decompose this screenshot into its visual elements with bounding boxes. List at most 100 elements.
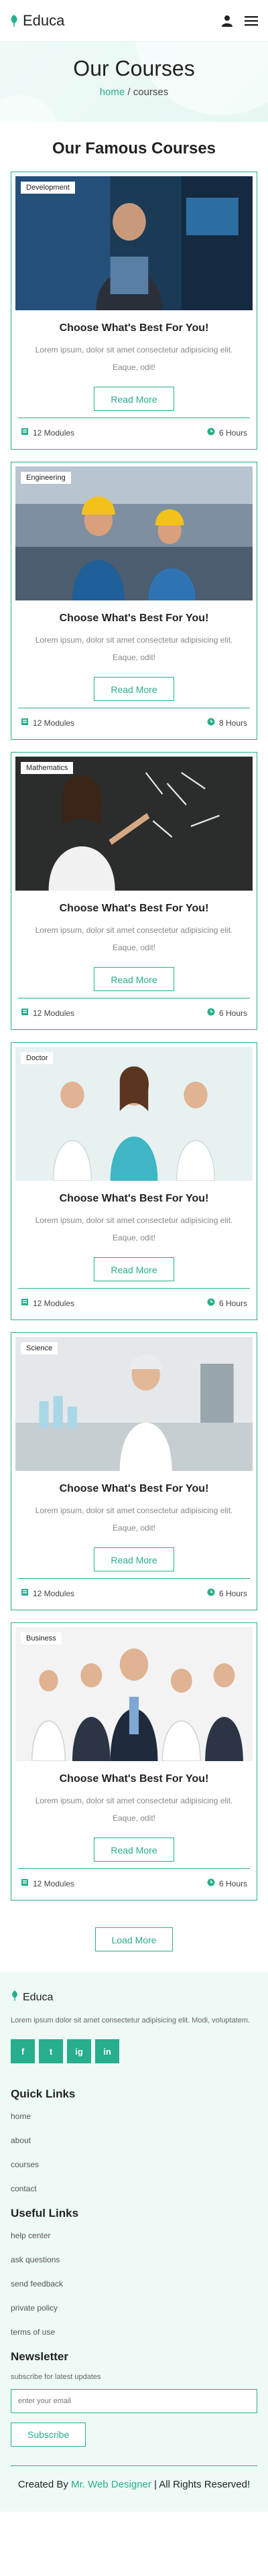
course-category-tag: Mathematics [21,762,74,774]
course-description: Lorem ipsum, dolor sit amet consectetur … [35,1796,233,1823]
course-modules: 12 Modules [33,1008,75,1018]
read-more-button[interactable]: Read More [94,967,174,991]
useful-link-terms-of-use[interactable]: terms of use [11,2326,257,2338]
course-category-tag: Engineering [21,472,71,484]
instagram-icon[interactable]: ig [67,2039,91,2063]
clock-icon [207,1298,215,1308]
course-modules: 12 Modules [33,1298,75,1308]
facebook-icon[interactable]: f [11,2039,35,2063]
course-image-development: Development [15,176,253,310]
linkedin-icon[interactable]: in [95,2039,119,2063]
load-more-button[interactable]: Load More [94,1927,174,1951]
useful-link-help-center[interactable]: help center [11,2230,257,2242]
course-hours: 8 Hours [218,718,247,728]
course-hours: 6 Hours [218,1298,247,1308]
course-image-business: Business [15,1627,253,1761]
leaf-logo-icon [11,1990,19,2004]
leaf-logo-icon [9,14,19,27]
user-icon[interactable] [220,13,234,28]
twitter-icon[interactable]: t [39,2039,63,2063]
quick-link-about[interactable]: about [11,2134,257,2146]
read-more-button[interactable]: Read More [94,1838,174,1862]
footer-brand[interactable]: Educa [11,1990,257,2004]
clock-icon [207,428,215,438]
book-icon [21,1008,29,1018]
clock-icon [207,1588,215,1598]
course-card: Science Choose What's Best For You! Lore… [11,1332,257,1610]
quick-link-home[interactable]: home [11,2110,257,2122]
quick-link-contact[interactable]: contact [11,2183,257,2195]
breadcrumb-current: courses [133,86,169,98]
course-hours: 6 Hours [218,428,247,438]
book-icon [21,718,29,728]
course-image-mathematics: Mathematics [15,757,253,891]
course-description: Lorem ipsum, dolor sit amet consectetur … [35,1216,233,1242]
course-card: Engineering Choose What's Best For You! … [11,462,257,740]
newsletter-note: subscribe for latest updates [11,2373,101,2381]
course-hours: 6 Hours [218,1878,247,1888]
footer-about-text: Lorem ipsum dolor sit amet consectetur a… [11,2016,251,2024]
course-card: Business Choose What's Best For You! Lor… [11,1622,257,1901]
course-title: Choose What's Best For You! [59,613,209,624]
book-icon [21,428,29,438]
breadcrumb-separator: / [125,86,133,98]
author-link[interactable]: Mr. Web Designer [71,2479,151,2490]
menu-icon[interactable] [244,13,259,28]
clock-icon [207,1008,215,1018]
page-hero: Our Courses home / courses [0,42,268,122]
copyright-prefix: Created By [17,2479,72,2490]
newsletter-email-input[interactable] [11,2389,257,2413]
course-category-tag: Development [21,182,75,194]
course-card: Mathematics Choose What's Best For You! … [11,752,257,1030]
useful-link-private-policy[interactable]: private policy [11,2302,257,2314]
course-title: Choose What's Best For You! [59,1773,209,1785]
read-more-button[interactable]: Read More [94,387,174,411]
course-hours: 6 Hours [218,1588,247,1598]
copyright: Created By Mr. Web Designer | All Rights… [11,2465,257,2512]
useful-link-ask-questions[interactable]: ask questions [11,2254,257,2266]
brand-name: Educa [23,11,65,29]
course-category-tag: Business [21,1632,62,1645]
course-card: Development Choose What's Best For You! … [11,172,257,450]
course-image-engineering: Engineering [15,466,253,600]
course-modules: 12 Modules [33,1878,75,1888]
course-category-tag: Science [21,1342,58,1354]
course-description: Lorem ipsum, dolor sit amet consectetur … [35,635,233,662]
social-links: f t ig in [11,2039,257,2063]
brand-logo[interactable]: Educa [9,12,64,29]
page-title: Our Courses [73,56,195,80]
newsletter-heading: Newsletter [11,2350,68,2363]
footer-brand-name: Educa [23,1991,54,2003]
clock-icon [207,718,215,728]
section-title: Our Famous Courses [52,139,216,157]
useful-link-send-feedback[interactable]: send feedback [11,2278,257,2290]
read-more-button[interactable]: Read More [94,677,174,701]
book-icon [21,1298,29,1308]
course-title: Choose What's Best For You! [59,1483,209,1494]
course-hours: 6 Hours [218,1008,247,1018]
course-modules: 12 Modules [33,718,75,728]
book-icon [21,1878,29,1888]
course-image-science: Science [15,1337,253,1471]
read-more-button[interactable]: Read More [94,1257,174,1281]
quick-link-courses[interactable]: courses [11,2159,257,2171]
course-image-doctor: Doctor [15,1047,253,1181]
site-footer: Educa Lorem ipsum dolor sit amet consect… [0,1972,268,2512]
quick-links-list: home about courses contact [11,2110,257,2195]
read-more-button[interactable]: Read More [94,1547,174,1571]
clock-icon [207,1878,215,1888]
site-header: Educa [0,0,268,42]
breadcrumb-home-link[interactable]: home [100,86,125,98]
course-modules: 12 Modules [33,1588,75,1598]
useful-links-heading: Useful Links [11,2207,79,2219]
course-title: Choose What's Best For You! [59,903,209,914]
copyright-suffix: | All Rights Reserved! [151,2479,251,2490]
subscribe-button[interactable]: Subscribe [11,2423,86,2447]
breadcrumb: home / courses [0,86,268,98]
course-title: Choose What's Best For You! [59,322,209,334]
course-description: Lorem ipsum, dolor sit amet consectetur … [35,345,233,372]
course-list: Development Choose What's Best For You! … [0,172,268,1901]
course-description: Lorem ipsum, dolor sit amet consectetur … [35,925,233,952]
book-icon [21,1588,29,1598]
course-modules: 12 Modules [33,428,75,438]
